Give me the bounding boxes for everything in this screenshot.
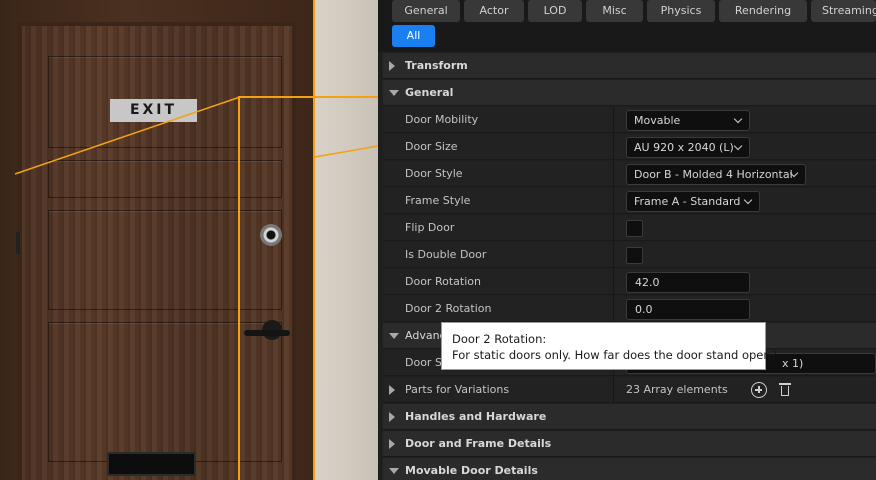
collapse-arrow-icon <box>389 90 399 96</box>
property-flip-door: Flip Door <box>383 215 876 241</box>
collapse-arrow-icon <box>389 468 399 474</box>
section-label: Transform <box>405 59 468 72</box>
is-double-door-checkbox[interactable] <box>626 247 643 264</box>
property-label: Door Rotation <box>405 275 481 288</box>
column-splitter[interactable] <box>613 134 614 160</box>
flip-door-checkbox[interactable] <box>626 220 643 237</box>
section-label: Door and Frame Details <box>405 437 552 450</box>
tab-all[interactable]: All <box>392 25 435 47</box>
add-element-icon[interactable] <box>751 382 767 398</box>
tab-general[interactable]: General <box>392 0 460 22</box>
property-label: Frame Style <box>405 194 471 207</box>
section-label: General <box>405 86 454 99</box>
category-tabs: General Actor LOD Misc Physics Rendering… <box>378 0 876 52</box>
column-splitter[interactable] <box>613 188 614 214</box>
property-label: Door Size <box>405 140 458 153</box>
section-movable-door-details[interactable]: Movable Door Details <box>383 458 876 480</box>
property-parts-for-variations: Parts for Variations 23 Array elements <box>383 377 876 403</box>
tab-actor[interactable]: Actor <box>464 0 524 22</box>
property-door-rotation: Door Rotation 42.0 <box>383 269 876 295</box>
property-label: Door Si <box>405 356 445 369</box>
column-splitter[interactable] <box>613 269 614 295</box>
property-label: Is Double Door <box>405 248 487 261</box>
property-door-style: Door Style Door B - Molded 4 Horizontal <box>383 161 876 187</box>
collapse-arrow-icon <box>389 333 399 339</box>
property-label: Door 2 Rotation <box>405 302 492 315</box>
section-label: Movable Door Details <box>405 464 538 477</box>
property-label: Parts for Variations <box>405 383 510 396</box>
dropdown-value: Movable <box>634 114 681 127</box>
trash-icon[interactable] <box>778 382 794 398</box>
property-label: Flip Door <box>405 221 455 234</box>
door-2-rotation-input[interactable]: 0.0 <box>626 299 750 320</box>
property-frame-style: Frame Style Frame A - Standard <box>383 188 876 214</box>
tooltip-body: For static doors only. How far does the … <box>452 348 777 362</box>
section-label: Handles and Hardware <box>405 410 547 423</box>
dropdown-value: Frame A - Standard <box>634 195 741 208</box>
details-panel: General Actor LOD Misc Physics Rendering… <box>378 0 876 480</box>
tab-rendering[interactable]: Rendering <box>719 0 807 22</box>
door-size-dropdown[interactable]: AU 920 x 2040 (L) <box>626 137 750 158</box>
tab-misc[interactable]: Misc <box>586 0 643 22</box>
section-handles-and-hardware[interactable]: Handles and Hardware <box>383 404 876 430</box>
chevron-down-icon <box>743 195 753 205</box>
column-splitter[interactable] <box>613 161 614 187</box>
expand-arrow-icon <box>389 61 395 71</box>
property-label: Door Mobility <box>405 113 479 126</box>
property-door-2-rotation: Door 2 Rotation 0.0 <box>383 296 876 322</box>
expand-arrow-icon <box>389 412 395 422</box>
chevron-down-icon <box>733 141 743 151</box>
column-splitter[interactable] <box>613 296 614 322</box>
door-style-dropdown[interactable]: Door B - Molded 4 Horizontal <box>626 164 806 185</box>
door-rotation-input[interactable]: 42.0 <box>626 272 750 293</box>
column-splitter[interactable] <box>613 242 614 268</box>
expand-arrow-icon <box>389 439 395 449</box>
section-label: Advanc <box>405 329 446 342</box>
property-is-double-door: Is Double Door <box>383 242 876 268</box>
section-general[interactable]: General <box>383 80 876 106</box>
frame-style-dropdown[interactable]: Frame A - Standard <box>626 191 760 212</box>
property-tooltip: Door 2 Rotation: For static doors only. … <box>441 322 777 370</box>
dropdown-value: AU 920 x 2040 (L) <box>634 141 734 154</box>
tab-streaming[interactable]: Streaming <box>811 0 876 22</box>
expand-arrow-icon[interactable] <box>389 385 395 395</box>
section-door-and-frame-details[interactable]: Door and Frame Details <box>383 431 876 457</box>
level-viewport[interactable]: EXIT <box>0 0 378 480</box>
tooltip-title: Door 2 Rotation: <box>452 332 547 346</box>
column-splitter[interactable] <box>613 215 614 241</box>
chevron-down-icon <box>733 114 743 124</box>
selection-outline-diagonals <box>14 96 378 175</box>
property-door-mobility: Door Mobility Movable <box>383 107 876 133</box>
column-splitter[interactable] <box>613 377 614 403</box>
tab-lod[interactable]: LOD <box>528 0 582 22</box>
section-transform[interactable]: Transform <box>383 53 876 79</box>
dropdown-value: Door B - Molded 4 Horizontal <box>634 168 793 181</box>
property-door-size: Door Size AU 920 x 2040 (L) <box>383 134 876 160</box>
property-label: Door Style <box>405 167 463 180</box>
array-count: 23 Array elements <box>626 383 728 396</box>
door-mobility-dropdown[interactable]: Movable <box>626 110 750 131</box>
field-value: x 1) <box>782 357 804 370</box>
tab-physics[interactable]: Physics <box>647 0 715 22</box>
column-splitter[interactable] <box>613 107 614 133</box>
